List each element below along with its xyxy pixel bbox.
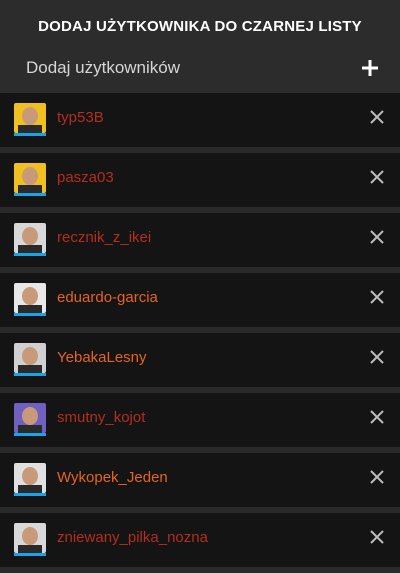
list-item: Wykopek_Jeden xyxy=(0,453,400,507)
page-title: DODAJ UŻYTKOWNIKA DO CZARNEJ LISTY xyxy=(38,18,362,35)
list-item: smutny_kojot xyxy=(0,393,400,447)
add-users-row[interactable]: Dodaj użytkowników xyxy=(26,56,380,84)
avatar[interactable] xyxy=(14,283,46,313)
list-item: typ53B xyxy=(0,93,400,147)
close-icon[interactable] xyxy=(370,350,384,364)
close-icon[interactable] xyxy=(370,170,384,184)
close-icon[interactable] xyxy=(370,410,384,424)
username-link[interactable]: eduardo-garcia xyxy=(57,289,158,306)
username-link[interactable]: zniewany_pilka_nozna xyxy=(57,529,208,546)
list-item: pasza03 xyxy=(0,153,400,207)
add-users-label[interactable]: Dodaj użytkowników xyxy=(26,58,180,78)
avatar[interactable] xyxy=(14,223,46,253)
list-item: YebakaLesny xyxy=(0,333,400,387)
close-icon[interactable] xyxy=(370,230,384,244)
blacklist-users: typ53B pasza03 recznik_z_ikei eduardo-garci… xyxy=(0,93,400,573)
close-icon[interactable] xyxy=(370,470,384,484)
avatar-underline xyxy=(14,553,46,556)
avatar[interactable] xyxy=(14,103,46,133)
avatar[interactable] xyxy=(14,403,46,433)
close-icon[interactable] xyxy=(370,110,384,124)
avatar[interactable] xyxy=(14,163,46,193)
close-icon[interactable] xyxy=(370,290,384,304)
plus-icon[interactable] xyxy=(360,56,380,80)
avatar[interactable] xyxy=(14,343,46,373)
avatar-underline xyxy=(14,313,46,316)
list-item: recznik_z_ikei xyxy=(0,213,400,267)
avatar-underline xyxy=(14,133,46,136)
avatar[interactable] xyxy=(14,463,46,493)
username-link[interactable]: Wykopek_Jeden xyxy=(57,469,168,486)
avatar-underline xyxy=(14,373,46,376)
close-icon[interactable] xyxy=(370,530,384,544)
blacklist-header: DODAJ UŻYTKOWNIKA DO CZARNEJ LISTY Dodaj… xyxy=(0,0,400,104)
username-link[interactable]: smutny_kojot xyxy=(57,409,145,426)
avatar-underline xyxy=(14,193,46,196)
username-link[interactable]: typ53B xyxy=(57,109,104,126)
avatar-underline xyxy=(14,253,46,256)
avatar-underline xyxy=(14,433,46,436)
list-item: eduardo-garcia xyxy=(0,273,400,327)
username-link[interactable]: YebakaLesny xyxy=(57,349,147,366)
username-link[interactable]: pasza03 xyxy=(57,169,114,186)
list-item: zniewany_pilka_nozna xyxy=(0,513,400,567)
username-link[interactable]: recznik_z_ikei xyxy=(57,229,151,246)
avatar-underline xyxy=(14,493,46,496)
avatar[interactable] xyxy=(14,523,46,553)
